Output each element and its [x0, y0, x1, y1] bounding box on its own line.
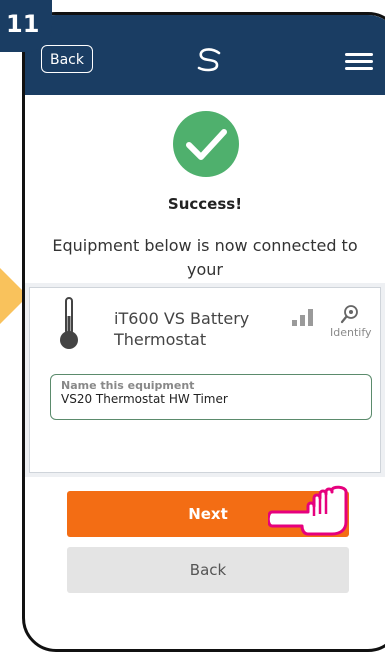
equipment-name-input[interactable]: Name this equipment VS20 Thermostat HW T… [50, 374, 372, 420]
step-number-badge: 11 [0, 0, 52, 52]
hamburger-menu-icon[interactable] [345, 53, 373, 71]
identify-magnifier-icon[interactable] [340, 304, 360, 324]
thermometer-icon [60, 297, 78, 349]
identify-label[interactable]: Identify [330, 326, 372, 339]
message-line-1: Equipment below is now connected to your [52, 236, 358, 279]
pointing-hand-icon [268, 485, 348, 536]
checkmark-icon [173, 111, 239, 177]
signal-strength-icon [292, 308, 318, 326]
equipment-card: iT600 VS Battery Thermostat Identify Nam… [29, 287, 381, 473]
success-title: Success! [167, 195, 243, 213]
name-field-value[interactable]: VS20 Thermostat HW Timer [61, 392, 361, 407]
phone-frame: Back Success! Equipment below is now con… [22, 12, 385, 652]
device-name: iT600 VS Battery Thermostat [114, 308, 264, 350]
header-back-button[interactable]: Back [41, 45, 93, 73]
salus-logo-icon [197, 48, 221, 72]
name-field-label: Name this equipment [61, 379, 195, 392]
device-name-line-1: iT600 VS Battery [114, 309, 250, 328]
device-name-line-2: Thermostat [114, 330, 207, 349]
back-button[interactable]: Back [67, 547, 349, 593]
app-header: Back [25, 15, 385, 95]
